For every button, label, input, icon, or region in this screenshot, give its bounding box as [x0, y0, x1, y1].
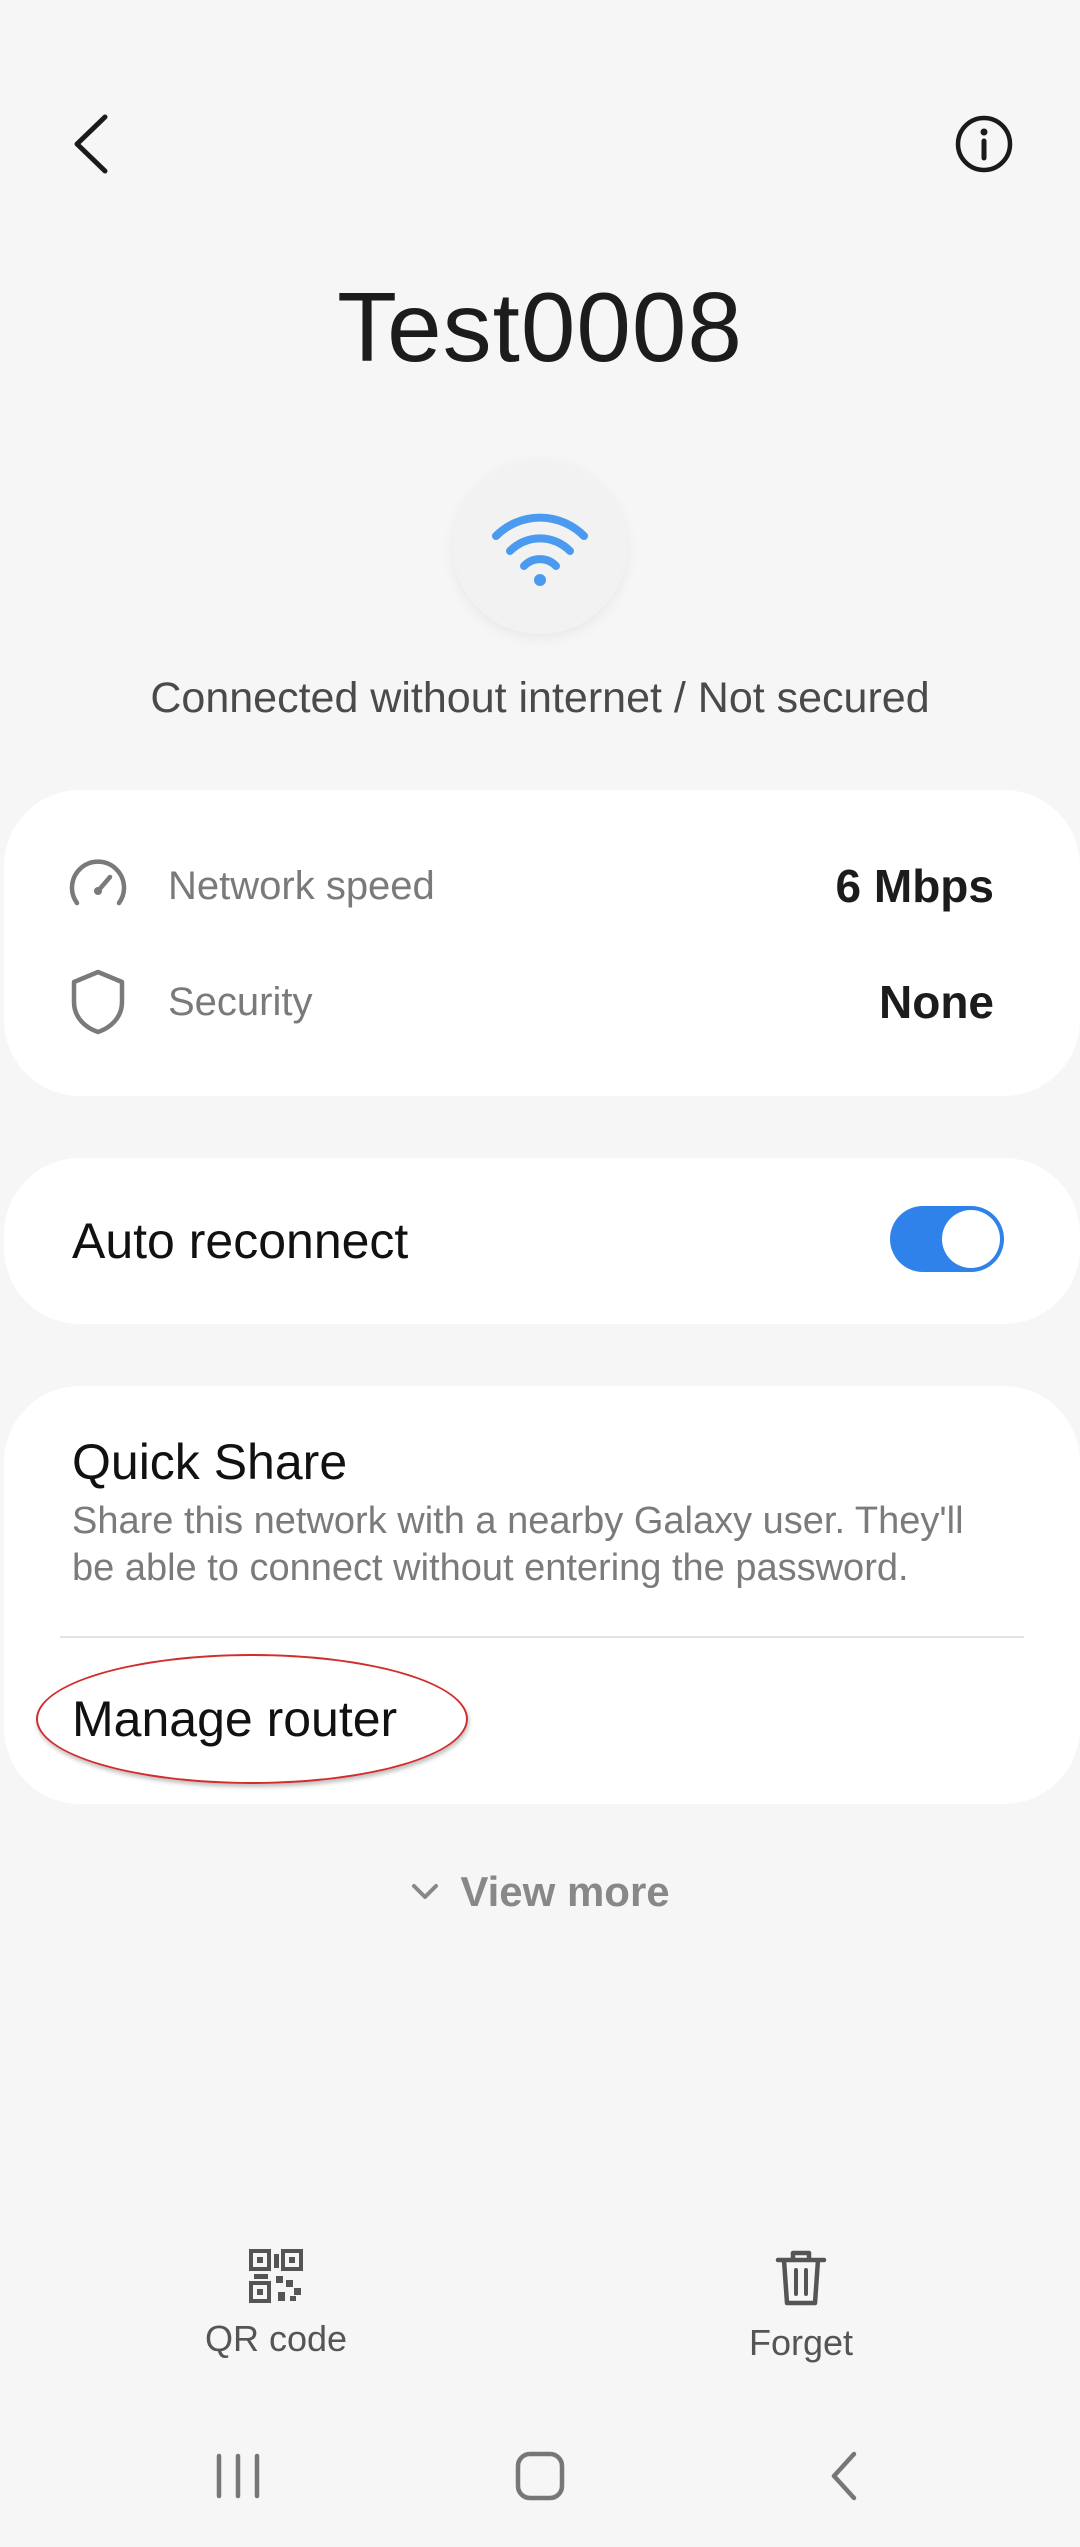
security-row: Security None	[4, 952, 1080, 1052]
forget-button[interactable]: Forget	[651, 2248, 951, 2364]
system-back-button[interactable]	[784, 2436, 904, 2516]
recent-apps-icon	[216, 2453, 260, 2499]
auto-reconnect-label: Auto reconnect	[72, 1213, 409, 1269]
info-circle-icon	[955, 115, 1013, 173]
security-label: Security	[168, 979, 313, 1024]
network-name: Test0008	[337, 272, 743, 382]
back-button[interactable]	[44, 96, 140, 192]
auto-reconnect-card[interactable]: Auto reconnect	[4, 1158, 1080, 1324]
sharing-card: Quick Share Share this network with a ne…	[4, 1386, 1080, 1804]
divider	[60, 1636, 1024, 1638]
speedometer-icon	[62, 850, 134, 922]
annotation-ellipse	[36, 1654, 468, 1784]
quick-share-title: Quick Share	[72, 1434, 348, 1490]
info-button[interactable]	[936, 96, 1032, 192]
quick-share-description: Share this network with a nearby Galaxy …	[72, 1500, 964, 1589]
view-more-button[interactable]: View more	[0, 1862, 1080, 1922]
home-button[interactable]	[480, 2436, 600, 2516]
wifi-icon	[492, 513, 588, 586]
system-navigation-bar	[0, 2420, 1080, 2530]
wifi-network-details-screen: Test0008 Connected without internet / No…	[0, 0, 1080, 2547]
qr-code-icon	[249, 2249, 303, 2303]
recent-apps-button[interactable]	[178, 2436, 298, 2516]
auto-reconnect-toggle[interactable]	[890, 1206, 1004, 1272]
connection-status: Connected without internet / Not secured	[150, 674, 930, 722]
back-icon	[831, 2451, 857, 2501]
network-speed-label: Network speed	[168, 863, 435, 908]
home-icon	[515, 2451, 565, 2501]
chevron-down-icon	[412, 1884, 439, 1899]
qr-code-button[interactable]: QR code	[126, 2248, 426, 2360]
forget-label: Forget	[748, 2322, 854, 2363]
shield-icon	[62, 966, 134, 1038]
qr-code-label: QR code	[204, 2318, 348, 2359]
view-more-label: View more	[460, 1868, 670, 1915]
network-info-card: Network speed 6 Mbps Security None	[4, 790, 1080, 1096]
toggle-knob	[942, 1210, 1000, 1268]
network-speed-row: Network speed 6 Mbps	[4, 836, 1080, 936]
network-speed-value: 6 Mbps	[835, 860, 994, 912]
security-value: None	[879, 976, 994, 1028]
wifi-signal-badge	[453, 460, 627, 634]
trash-icon	[775, 2250, 827, 2306]
chevron-left-icon	[74, 114, 108, 174]
